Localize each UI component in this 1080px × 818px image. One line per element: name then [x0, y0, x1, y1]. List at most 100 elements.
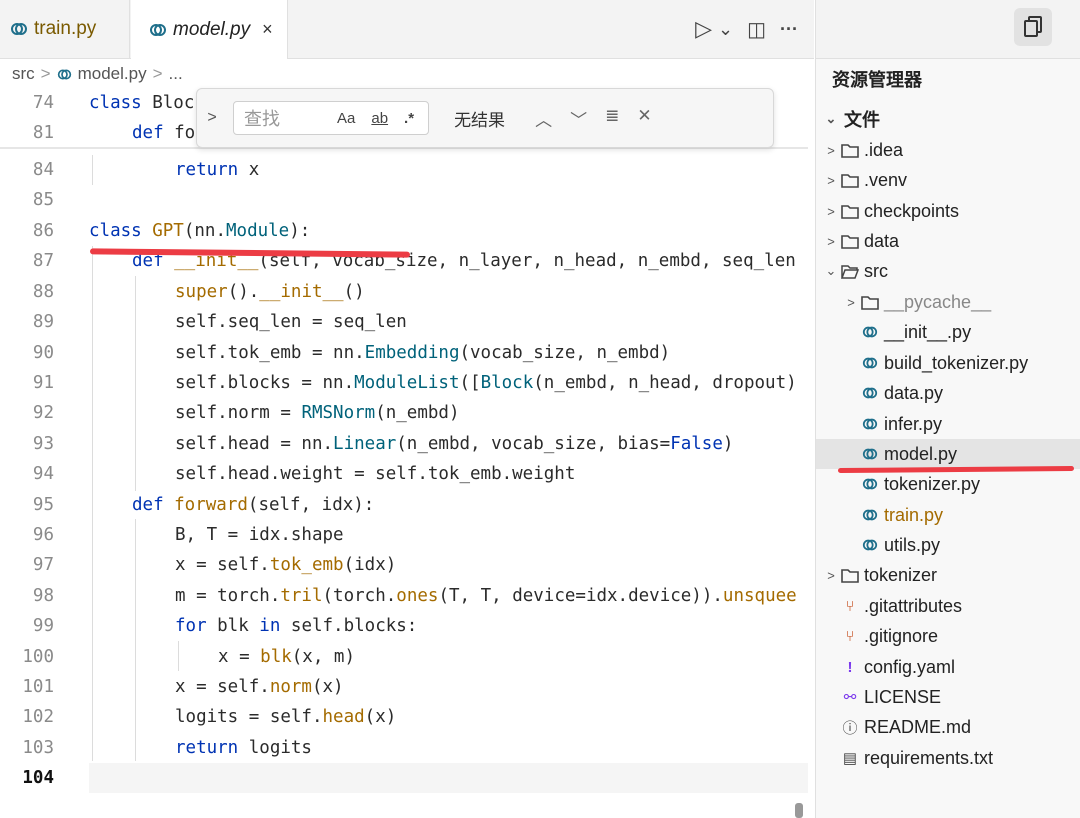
- line-number: 74: [32, 93, 54, 113]
- split-editor-icon[interactable]: ◫: [747, 17, 766, 42]
- tree-item[interactable]: > checkpoints: [816, 196, 1080, 226]
- breadcrumb-file[interactable]: model.py: [78, 64, 147, 84]
- code-line: 98 m = torch.tril(torch.ones(T, T, devic…: [0, 581, 808, 611]
- more-icon[interactable]: ···: [780, 19, 798, 40]
- chevron-right-icon: >: [847, 294, 855, 310]
- tree-item-label: config.yaml: [864, 656, 956, 677]
- indent-guide: [135, 519, 136, 761]
- tree-item[interactable]: ▤ requirements.txt: [816, 743, 1080, 773]
- tree-item[interactable]: build_tokenizer.py: [816, 348, 1080, 378]
- line-number: 85: [32, 190, 54, 210]
- tree-item-label: LICENSE: [864, 686, 942, 707]
- tree-item[interactable]: > .venv: [816, 165, 1080, 195]
- tree-item[interactable]: ! config.yaml: [816, 652, 1080, 682]
- indent-guide: [92, 155, 93, 185]
- tree-item[interactable]: ⑂ .gitignore: [816, 621, 1080, 651]
- python-file-icon: [150, 23, 166, 36]
- tree-item[interactable]: __init__.py: [816, 317, 1080, 347]
- python-file-icon: [860, 384, 880, 402]
- python-file-icon: [57, 69, 71, 79]
- indent-guide: [135, 276, 136, 491]
- info-icon: ⓘ: [842, 719, 858, 737]
- tree-item[interactable]: tokenizer.py: [816, 469, 1080, 499]
- code-line: 94 self.head.weight = self.tok_emb.weigh…: [0, 459, 808, 489]
- tree-item[interactable]: utils.py: [816, 530, 1080, 560]
- close-icon[interactable]: ✕: [637, 106, 651, 131]
- previous-match-icon[interactable]: ︿: [535, 106, 552, 131]
- line-number: 84: [32, 160, 54, 180]
- tree-item[interactable]: ⌄ src: [816, 256, 1080, 286]
- toggle-replace-icon[interactable]: >: [197, 109, 227, 127]
- scrollbar[interactable]: [795, 803, 803, 818]
- chevron-right-icon: >: [827, 203, 835, 219]
- code-line: 93 self.head = nn.Linear(n_embd, vocab_s…: [0, 429, 808, 459]
- tree-item-label: __pycache__: [884, 291, 992, 312]
- next-match-icon[interactable]: ﹀: [570, 106, 587, 131]
- line-number: 96: [32, 525, 54, 545]
- close-icon[interactable]: ×: [262, 19, 273, 40]
- code-line: 92 self.norm = RMSNorm(n_embd): [0, 398, 808, 428]
- line-number: 93: [32, 434, 54, 454]
- chevron-down-icon: ⌄: [825, 111, 837, 126]
- tree-item-label: utils.py: [884, 534, 941, 555]
- python-file-icon: [860, 506, 880, 524]
- code-line: 104: [0, 763, 808, 793]
- chevron-down-icon[interactable]: ⌄: [718, 19, 733, 40]
- tab-model-py[interactable]: model.py ×: [131, 0, 288, 59]
- code-line: 101 x = self.norm(x): [0, 672, 808, 702]
- breadcrumb-symbol[interactable]: ...: [169, 64, 183, 84]
- chevron-right-icon: >: [827, 567, 835, 583]
- tree-item[interactable]: ⚯ LICENSE: [816, 682, 1080, 712]
- tree-item[interactable]: train.py: [816, 500, 1080, 530]
- tree-item[interactable]: infer.py: [816, 409, 1080, 439]
- find-in-selection-icon[interactable]: ≣: [605, 106, 619, 131]
- folder-icon: [840, 171, 860, 189]
- tree-item-label: .venv: [864, 169, 908, 190]
- code-line: 102 logits = self.head(x): [0, 702, 808, 732]
- folder-icon: [840, 232, 860, 250]
- regex-icon[interactable]: .*: [404, 110, 414, 127]
- code-line: 96 B, T = idx.shape: [0, 520, 808, 550]
- line-number: 92: [32, 403, 54, 423]
- folder-icon: [840, 141, 860, 159]
- tree-item[interactable]: model.py: [816, 439, 1080, 469]
- find-placeholder: 查找: [244, 109, 280, 129]
- editor-pane: train.py model.py × ▷ ⌄ ◫ ··· src > mode…: [0, 0, 814, 818]
- tree-item[interactable]: > data: [816, 226, 1080, 256]
- tree-item[interactable]: ⓘ README.md: [816, 712, 1080, 742]
- find-widget: > 查找 Aa ab .* 无结果 ︿ ﹀ ≣ ✕: [196, 88, 774, 148]
- line-number: 103: [22, 738, 54, 758]
- tree-item-label: build_tokenizer.py: [884, 352, 1029, 373]
- chevron-right-icon: >: [40, 64, 51, 83]
- tree-item-label: checkpoints: [864, 200, 960, 221]
- line-number: 101: [22, 677, 54, 697]
- files-icon[interactable]: [1014, 8, 1052, 46]
- tree-item[interactable]: data.py: [816, 378, 1080, 408]
- tree-item[interactable]: > tokenizer: [816, 560, 1080, 590]
- match-case-icon[interactable]: Aa: [337, 110, 355, 127]
- tree-item[interactable]: > __pycache__: [816, 287, 1080, 317]
- line-number: 91: [32, 373, 54, 393]
- whole-word-icon[interactable]: ab: [371, 110, 388, 127]
- tab-label: train.py: [34, 18, 97, 39]
- python-file-icon: [860, 323, 880, 341]
- python-file-icon: [860, 536, 880, 554]
- tree-item-label: data: [864, 230, 900, 251]
- run-icon[interactable]: ▷: [695, 16, 712, 42]
- python-file-icon: [11, 23, 27, 35]
- tree-item-label: src: [864, 260, 888, 281]
- tab-bar: train.py model.py × ▷ ⌄ ◫ ···: [0, 0, 814, 59]
- breadcrumb-src[interactable]: src: [12, 64, 35, 84]
- tree-item[interactable]: > .idea: [816, 135, 1080, 165]
- code-line: 89 self.seq_len = seq_len: [0, 307, 808, 337]
- activity-bar: [816, 0, 1080, 59]
- tree-item-label: .gitattributes: [864, 595, 963, 616]
- indent-guide: [92, 246, 93, 761]
- section-files[interactable]: ⌄ 文件: [816, 104, 1080, 134]
- line-number: 104: [22, 768, 54, 788]
- tab-train-py[interactable]: train.py: [0, 0, 130, 58]
- code-line: 84 return x: [0, 155, 808, 185]
- explorer-title: 资源管理器: [832, 70, 922, 90]
- line-number: 87: [32, 251, 54, 271]
- tree-item[interactable]: ⑂ .gitattributes: [816, 591, 1080, 621]
